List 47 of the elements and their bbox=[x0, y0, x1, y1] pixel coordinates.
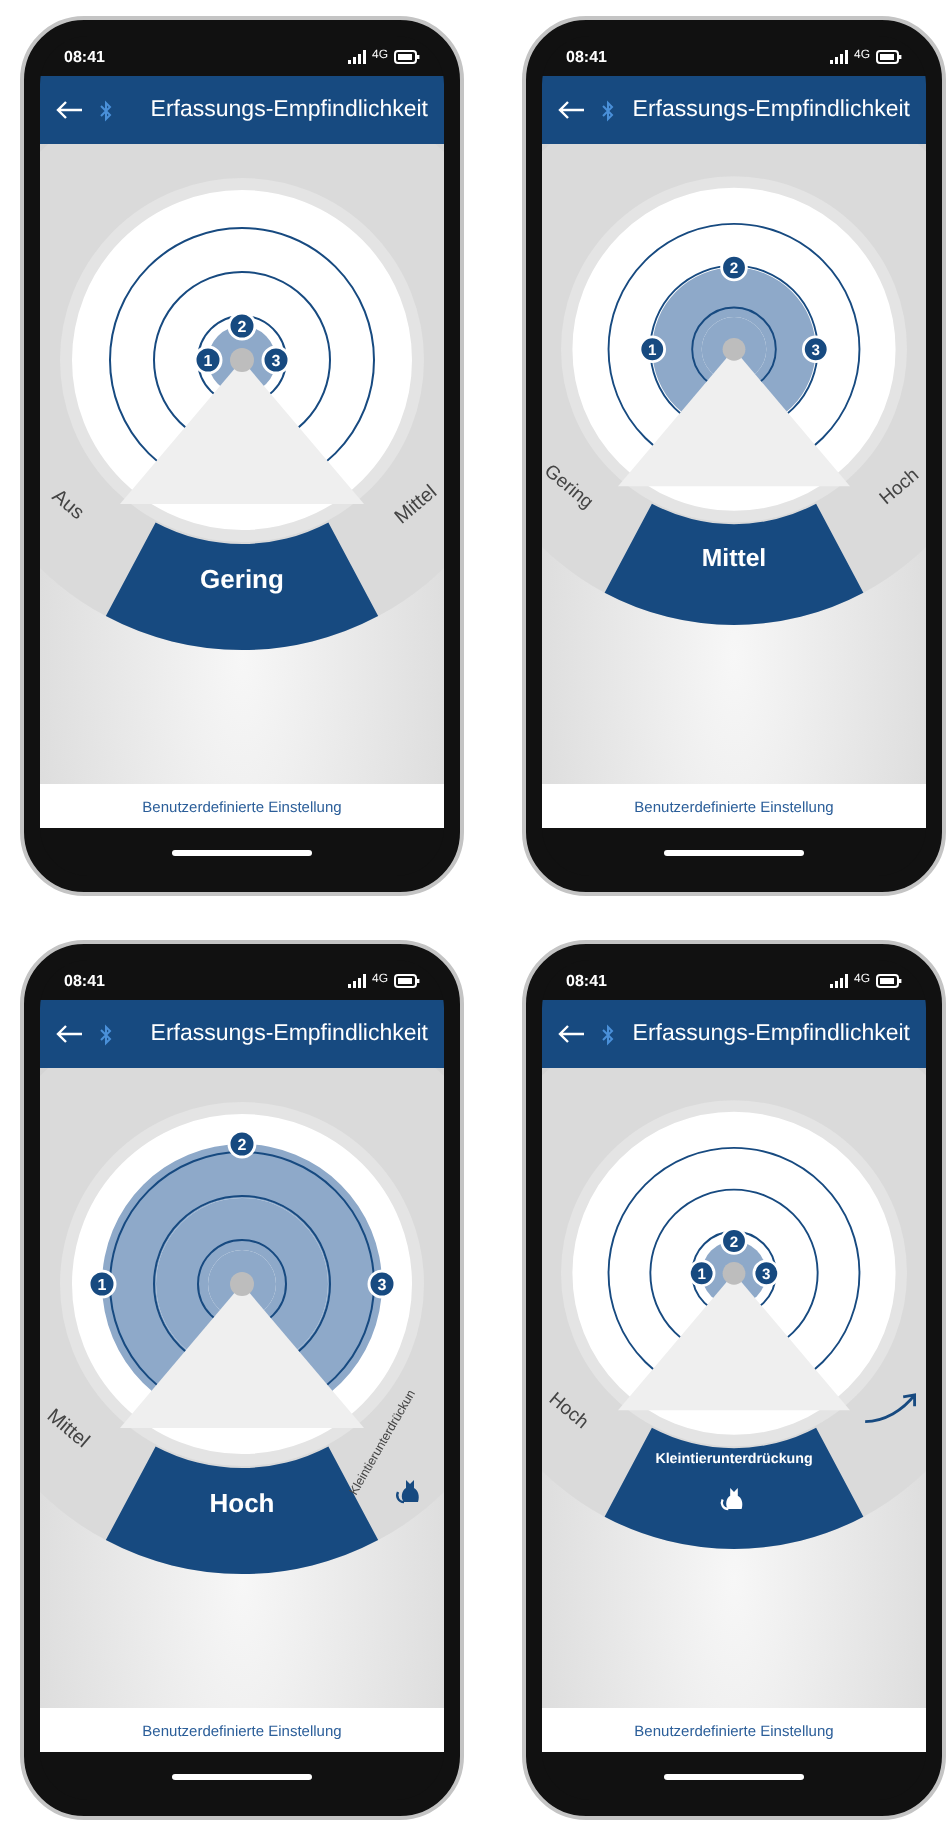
signal-icon bbox=[347, 973, 366, 987]
sensor-dot bbox=[230, 1272, 254, 1296]
signal-icon bbox=[347, 49, 366, 63]
screen-title: Erfassungs-Empfindlichkeit bbox=[150, 98, 428, 122]
selected-option-segment[interactable] bbox=[604, 1427, 864, 1549]
zone-marker[interactable]: 1 bbox=[87, 1269, 117, 1299]
zone-marker[interactable]: 3 bbox=[367, 1269, 397, 1299]
bluetooth-icon bbox=[100, 99, 112, 121]
zone-marker[interactable]: 1 bbox=[193, 345, 223, 375]
home-indicator bbox=[664, 849, 804, 855]
battery-icon bbox=[394, 973, 420, 987]
selected-option-label: Hoch bbox=[209, 1488, 275, 1518]
sensitivity-option[interactable]: Aus bbox=[47, 485, 88, 525]
battery-icon bbox=[394, 49, 420, 63]
cat-icon bbox=[720, 1488, 743, 1511]
selected-option-label: Gering bbox=[200, 564, 284, 594]
screen-title: Erfassungs-Empfindlichkeit bbox=[632, 98, 910, 122]
zone-marker[interactable]: 2 bbox=[227, 311, 257, 341]
selected-option-segment[interactable] bbox=[604, 503, 864, 625]
back-arrow-icon[interactable] bbox=[558, 100, 586, 120]
selected-option-label: Mittel bbox=[701, 544, 767, 572]
home-indicator bbox=[172, 849, 312, 855]
bluetooth-icon bbox=[100, 1023, 112, 1045]
sensor-dot bbox=[722, 337, 746, 361]
curved-arrow-icon[interactable] bbox=[863, 1393, 916, 1423]
bluetooth-icon bbox=[602, 1023, 614, 1045]
selected-option-segment[interactable] bbox=[105, 522, 379, 650]
status-time: 08:41 bbox=[64, 47, 105, 65]
bluetooth-icon bbox=[602, 99, 614, 121]
signal-icon bbox=[829, 49, 848, 63]
home-indicator bbox=[664, 1773, 804, 1779]
signal-icon bbox=[829, 973, 848, 987]
battery-icon bbox=[876, 49, 902, 63]
back-arrow-icon[interactable] bbox=[56, 100, 84, 120]
sensor-dot bbox=[722, 1261, 746, 1285]
sensor-dot bbox=[230, 348, 254, 372]
back-arrow-icon[interactable] bbox=[56, 1024, 84, 1044]
screen-title: Erfassungs-Empfindlichkeit bbox=[150, 1022, 428, 1046]
battery-icon bbox=[876, 973, 902, 987]
zone-marker[interactable]: 2 bbox=[227, 1129, 257, 1159]
screen-title: Erfassungs-Empfindlichkeit bbox=[632, 1022, 910, 1046]
status-time: 08:41 bbox=[566, 47, 607, 65]
status-time: 08:41 bbox=[64, 971, 105, 989]
home-indicator bbox=[172, 1773, 312, 1779]
zone-marker[interactable]: 3 bbox=[261, 345, 291, 375]
back-arrow-icon[interactable] bbox=[558, 1024, 586, 1044]
status-time: 08:41 bbox=[566, 971, 607, 989]
